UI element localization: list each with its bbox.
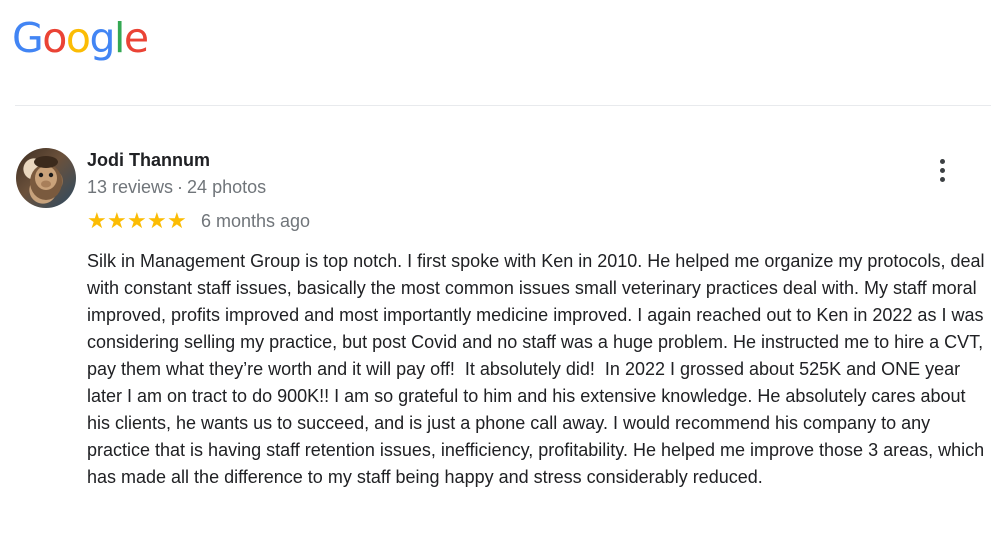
review-text: Silk in Management Group is top notch. I… (87, 251, 990, 487)
star-icon: ★ (167, 207, 187, 233)
reviewer-meta: 13 reviews · 24 photos (87, 177, 266, 198)
reviews-count: 13 reviews (87, 177, 174, 197)
avatar-photo-icon (30, 156, 62, 200)
reviewer-name[interactable]: Jodi Thannum (87, 150, 210, 171)
more-options-button[interactable] (928, 152, 956, 188)
star-icon: ★ (127, 207, 147, 233)
star-icon: ★ (107, 207, 127, 233)
rating-row: ★★★★★ 6 months ago (87, 207, 310, 235)
star-icon: ★ (87, 207, 107, 233)
review-time: 6 months ago (201, 210, 311, 231)
review-card: Jodi Thannum 13 reviews · 24 photos ★★★★★ … (0, 0, 1003, 550)
avatar[interactable] (16, 148, 76, 208)
star-icon: ★ (147, 207, 167, 233)
photos-count: 24 photos (187, 177, 267, 197)
meta-separator: · (177, 177, 184, 197)
star-rating: ★★★★★ (87, 207, 187, 233)
more-vert-icon (939, 158, 945, 164)
